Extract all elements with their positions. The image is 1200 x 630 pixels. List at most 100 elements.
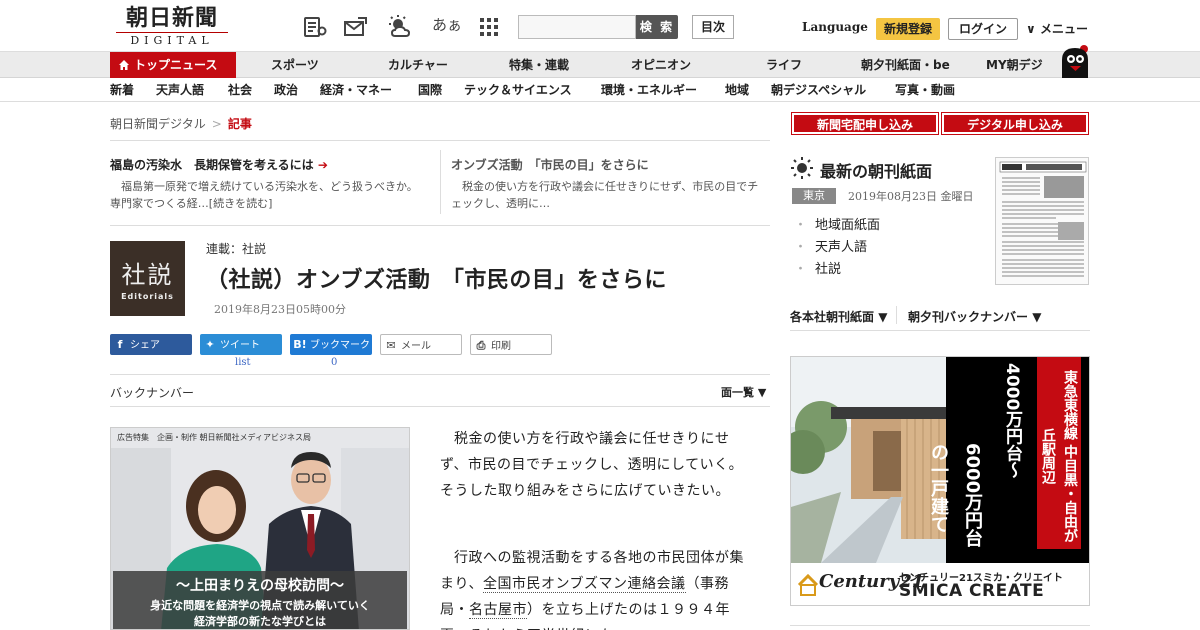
editorial-thumb-kanji: 社説 (121, 261, 174, 289)
subnav-photo[interactable]: 写真・動画 (895, 78, 955, 102)
asahi-logo[interactable]: 朝日新聞 DIGITAL (116, 6, 228, 48)
caret-down-icon: ▼ (1028, 310, 1042, 324)
ad-label: 広告特集 企画・制作 朝日新聞社メディアビジネス局 (117, 433, 311, 442)
related-article-2-desc[interactable]: 税金の使い方を行政や議会に任せきりにせず、市民の目でチェックし、透明に… (451, 178, 767, 212)
nav-my-asadigi[interactable]: MY朝デジ (986, 52, 1043, 78)
divider (110, 225, 770, 226)
newspaper-icon[interactable] (302, 14, 328, 40)
newspaper-thumbnail[interactable] (995, 157, 1089, 285)
weather-icon[interactable] (386, 14, 412, 40)
subnav-politics[interactable]: 政治 (274, 78, 298, 102)
series-label[interactable]: 連載：社説 (206, 240, 266, 257)
bullet-icon: ・ (794, 240, 808, 255)
bullet-icon: ・ (794, 262, 808, 277)
hatena-bookmark-button[interactable]: B! ブックマーク (290, 334, 372, 355)
site-header: 朝日新聞 DIGITAL あぁ 検 索 目次 Language 新規登録 ログイ… (0, 0, 1200, 52)
nav-features[interactable]: 特集・連載 (509, 52, 569, 78)
twitter-share-label: ツイート (220, 340, 260, 351)
ad-banner-line1: 身近な問題を経済学の視点で読み解いていく (150, 599, 370, 612)
related-article-1-desc[interactable]: 福島第一原発で増え続けている汚染水を、どう扱うべきか。専門家でつくる経…[続きを… (110, 178, 426, 212)
menu-button[interactable]: ∨ メニュー (1026, 20, 1088, 37)
subnav-special[interactable]: 朝デジスペシャル (771, 78, 866, 102)
ad-area-badge: 東急東横線 中目黒・自由が丘駅周辺 (1037, 357, 1081, 549)
facebook-icon: f (117, 338, 123, 351)
hatena-count[interactable]: 0 (331, 357, 337, 368)
print-button[interactable]: ⎙ 印刷 (470, 334, 552, 355)
subnav-international[interactable]: 国際 (418, 78, 442, 102)
main-nav: トップニュース スポーツ カルチャー 特集・連載 オピニオン ライフ 朝夕刊紙面… (0, 52, 1200, 78)
divider (110, 140, 770, 141)
divider (110, 406, 770, 407)
subnav-tech[interactable]: テック＆サイエンス (464, 78, 572, 102)
envelope-icon: ✉ (386, 339, 396, 352)
subnav-region[interactable]: 地域 (725, 78, 749, 102)
ad-banner-line2: 経済学部の新たな学びとは (194, 615, 326, 628)
regional-papers-label: 各本社朝刊紙面 (790, 310, 875, 324)
subnav-society[interactable]: 社会 (228, 78, 252, 102)
breadcrumb-current: 記事 (227, 117, 252, 131)
search-input[interactable] (518, 15, 636, 39)
nav-culture[interactable]: カルチャー (388, 52, 448, 78)
grid-menu-icon[interactable] (476, 14, 502, 40)
paper-link-tensei[interactable]: ・天声人語 (794, 236, 867, 255)
breadcrumb-home[interactable]: 朝日新聞デジタル (110, 117, 206, 131)
nagoya-link[interactable]: 名古屋市 (469, 602, 527, 619)
twitter-count[interactable]: list (235, 357, 251, 368)
newspaper-page-image (999, 161, 1087, 277)
digital-subscribe-button[interactable]: デジタル申し込み (941, 112, 1089, 135)
menu-label: メニュー (1039, 22, 1088, 36)
font-size-icon[interactable]: あぁ (432, 14, 462, 35)
nav-top-news-label: トップニュース (134, 58, 218, 72)
paper-link-editorial[interactable]: ・社説 (794, 258, 841, 277)
paper-link-label: 天声人語 (815, 240, 868, 255)
ad-text-price-2: 6000万円台の一戸建て (928, 443, 983, 548)
subnav-new[interactable]: 新着 (110, 78, 134, 102)
regional-papers-dropdown[interactable]: 各本社朝刊紙面 ▼ (790, 308, 887, 325)
search-button[interactable]: 検 索 (636, 15, 678, 39)
facebook-share-button[interactable]: f シェア (110, 334, 192, 355)
arrow-right-icon: ➔ (317, 158, 328, 172)
article-date: 2019年8月23日05時00分 (214, 303, 346, 316)
twitter-share-button[interactable]: ✦ ツイート (200, 334, 282, 355)
mascot-icon (1062, 45, 1088, 78)
language-link[interactable]: Language (802, 20, 868, 34)
paper-link-region[interactable]: ・地域面紙面 (794, 214, 880, 233)
article-paragraph-2: 行政への監視活動をする各地の市民団体が集まり、全国市民オンブズマン連絡会議（事務… (440, 545, 748, 630)
page-list-dropdown[interactable]: 面一覧 ▼ (721, 384, 766, 400)
ombudsman-link[interactable]: 全国市民オンブズマン連絡会議 (482, 576, 686, 593)
breadcrumb: 朝日新聞デジタル > 記事 (110, 115, 252, 132)
subnav-environment[interactable]: 環境・エネルギー (601, 78, 697, 102)
mail-share-button[interactable]: ✉ メール (380, 334, 462, 355)
advertisement-left[interactable]: 広告特集 企画・制作 朝日新聞社メディアビジネス局 〜上田まりえの母校訪問〜 身… (110, 427, 410, 630)
nav-life[interactable]: ライフ (766, 52, 802, 78)
house-logo-icon (797, 573, 819, 596)
ad-footer: Century21 センチュリー21スミカ・クリエイト SMICA CREATE (791, 563, 1089, 605)
nav-opinion[interactable]: オピニオン (631, 52, 691, 78)
page-list-label: 面一覧 (721, 386, 754, 399)
related-article-1-text: 福島の汚染水 長期保管を考えるには (110, 158, 314, 172)
subnav-economy[interactable]: 経済・マネー (320, 78, 392, 102)
nav-sports[interactable]: スポーツ (271, 52, 319, 78)
backnumber-dropdown[interactable]: 朝夕刊バックナンバー ▼ (908, 308, 1041, 325)
editorial-thumbnail[interactable]: 社説 Editorials (110, 241, 185, 316)
chevron-down-icon: ∨ (1026, 22, 1036, 36)
facebook-share-label: シェア (130, 340, 160, 351)
related-article-2-title[interactable]: オンブズ活動 「市民の目」をさらに (451, 156, 649, 173)
printer-icon: ⎙ (476, 339, 486, 352)
subnav-tensei[interactable]: 天声人語 (156, 78, 204, 102)
hatena-icon: B! (293, 338, 307, 351)
register-button[interactable]: 新規登録 (876, 18, 940, 40)
mail-icon[interactable] (342, 14, 368, 40)
breadcrumb-sep: > (211, 117, 222, 131)
related-article-1-title[interactable]: 福島の汚染水 長期保管を考えるには ➔ (110, 156, 328, 173)
backnumber-label[interactable]: バックナンバー (110, 384, 194, 401)
paper-link-label: 地域面紙面 (815, 218, 881, 233)
advertisement-right[interactable]: 6000万円台の一戸建て 4000万円台〜 東急東横線 中目黒・自由が丘駅周辺 … (790, 356, 1090, 606)
nav-top-news[interactable]: トップニュース (110, 52, 236, 78)
nav-papers[interactable]: 朝夕刊紙面・be (861, 52, 950, 78)
latest-morning-paper-title: 最新の朝刊紙面 (820, 162, 933, 181)
delivery-subscribe-button[interactable]: 新聞宅配申し込み (791, 112, 939, 135)
index-button[interactable]: 目次 (692, 15, 734, 39)
login-button[interactable]: ログイン (948, 18, 1018, 40)
edition-date: 2019年08月23日 金曜日 (848, 190, 974, 203)
